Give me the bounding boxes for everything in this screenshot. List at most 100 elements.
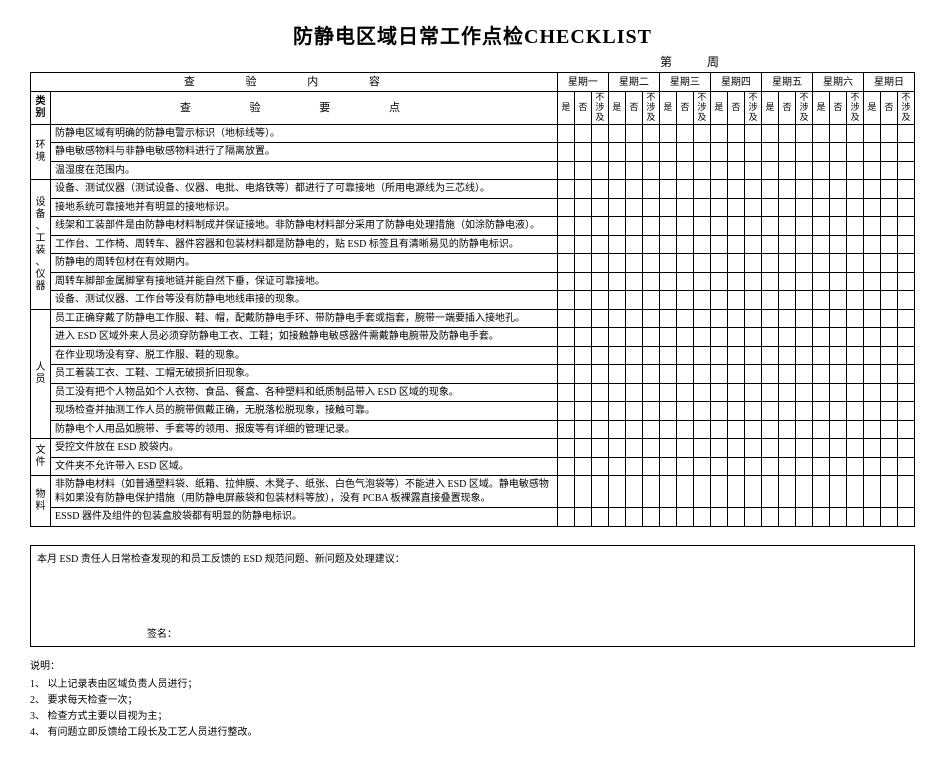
check-cell[interactable] bbox=[727, 254, 744, 273]
check-cell[interactable] bbox=[744, 180, 761, 199]
check-cell[interactable] bbox=[778, 439, 795, 458]
check-cell[interactable] bbox=[829, 161, 846, 180]
check-cell[interactable] bbox=[795, 254, 812, 273]
check-cell[interactable] bbox=[880, 254, 897, 273]
check-cell[interactable] bbox=[557, 272, 574, 291]
check-cell[interactable] bbox=[829, 235, 846, 254]
check-cell[interactable] bbox=[761, 309, 778, 328]
check-cell[interactable] bbox=[846, 476, 863, 508]
check-cell[interactable] bbox=[880, 346, 897, 365]
check-cell[interactable] bbox=[863, 457, 880, 476]
check-cell[interactable] bbox=[846, 439, 863, 458]
check-cell[interactable] bbox=[795, 143, 812, 162]
check-cell[interactable] bbox=[574, 217, 591, 236]
check-cell[interactable] bbox=[727, 402, 744, 421]
check-cell[interactable] bbox=[829, 124, 846, 143]
check-cell[interactable] bbox=[897, 328, 914, 347]
check-cell[interactable] bbox=[744, 272, 761, 291]
check-cell[interactable] bbox=[676, 383, 693, 402]
check-cell[interactable] bbox=[795, 508, 812, 527]
check-cell[interactable] bbox=[608, 143, 625, 162]
check-cell[interactable] bbox=[812, 180, 829, 199]
check-cell[interactable] bbox=[897, 161, 914, 180]
check-cell[interactable] bbox=[761, 161, 778, 180]
check-cell[interactable] bbox=[812, 254, 829, 273]
check-cell[interactable] bbox=[761, 235, 778, 254]
check-cell[interactable] bbox=[880, 124, 897, 143]
check-cell[interactable] bbox=[778, 383, 795, 402]
check-cell[interactable] bbox=[880, 476, 897, 508]
check-cell[interactable] bbox=[744, 420, 761, 439]
check-cell[interactable] bbox=[693, 143, 710, 162]
check-cell[interactable] bbox=[778, 457, 795, 476]
check-cell[interactable] bbox=[574, 457, 591, 476]
check-cell[interactable] bbox=[574, 291, 591, 310]
check-cell[interactable] bbox=[659, 420, 676, 439]
check-cell[interactable] bbox=[863, 420, 880, 439]
check-cell[interactable] bbox=[710, 272, 727, 291]
check-cell[interactable] bbox=[557, 439, 574, 458]
check-cell[interactable] bbox=[591, 476, 608, 508]
check-cell[interactable] bbox=[625, 420, 642, 439]
check-cell[interactable] bbox=[625, 383, 642, 402]
check-cell[interactable] bbox=[557, 476, 574, 508]
check-cell[interactable] bbox=[676, 235, 693, 254]
check-cell[interactable] bbox=[574, 124, 591, 143]
check-cell[interactable] bbox=[863, 254, 880, 273]
check-cell[interactable] bbox=[557, 180, 574, 199]
check-cell[interactable] bbox=[778, 217, 795, 236]
check-cell[interactable] bbox=[795, 328, 812, 347]
check-cell[interactable] bbox=[557, 161, 574, 180]
check-cell[interactable] bbox=[812, 365, 829, 384]
check-cell[interactable] bbox=[557, 383, 574, 402]
check-cell[interactable] bbox=[778, 198, 795, 217]
check-cell[interactable] bbox=[642, 272, 659, 291]
check-cell[interactable] bbox=[897, 439, 914, 458]
check-cell[interactable] bbox=[880, 272, 897, 291]
check-cell[interactable] bbox=[625, 217, 642, 236]
check-cell[interactable] bbox=[778, 476, 795, 508]
check-cell[interactable] bbox=[795, 365, 812, 384]
check-cell[interactable] bbox=[846, 383, 863, 402]
check-cell[interactable] bbox=[727, 508, 744, 527]
check-cell[interactable] bbox=[625, 365, 642, 384]
check-cell[interactable] bbox=[591, 508, 608, 527]
check-cell[interactable] bbox=[863, 124, 880, 143]
check-cell[interactable] bbox=[591, 254, 608, 273]
check-cell[interactable] bbox=[676, 180, 693, 199]
check-cell[interactable] bbox=[863, 365, 880, 384]
check-cell[interactable] bbox=[625, 180, 642, 199]
check-cell[interactable] bbox=[642, 439, 659, 458]
check-cell[interactable] bbox=[676, 328, 693, 347]
check-cell[interactable] bbox=[880, 198, 897, 217]
check-cell[interactable] bbox=[710, 508, 727, 527]
check-cell[interactable] bbox=[727, 420, 744, 439]
check-cell[interactable] bbox=[846, 124, 863, 143]
check-cell[interactable] bbox=[676, 365, 693, 384]
check-cell[interactable] bbox=[795, 309, 812, 328]
check-cell[interactable] bbox=[591, 365, 608, 384]
check-cell[interactable] bbox=[727, 272, 744, 291]
check-cell[interactable] bbox=[778, 420, 795, 439]
check-cell[interactable] bbox=[591, 143, 608, 162]
check-cell[interactable] bbox=[829, 254, 846, 273]
check-cell[interactable] bbox=[676, 143, 693, 162]
check-cell[interactable] bbox=[761, 420, 778, 439]
check-cell[interactable] bbox=[829, 272, 846, 291]
check-cell[interactable] bbox=[574, 439, 591, 458]
check-cell[interactable] bbox=[812, 457, 829, 476]
check-cell[interactable] bbox=[642, 124, 659, 143]
check-cell[interactable] bbox=[659, 124, 676, 143]
check-cell[interactable] bbox=[761, 124, 778, 143]
check-cell[interactable] bbox=[727, 143, 744, 162]
check-cell[interactable] bbox=[846, 328, 863, 347]
check-cell[interactable] bbox=[574, 272, 591, 291]
check-cell[interactable] bbox=[897, 402, 914, 421]
check-cell[interactable] bbox=[710, 143, 727, 162]
check-cell[interactable] bbox=[642, 143, 659, 162]
check-cell[interactable] bbox=[812, 383, 829, 402]
check-cell[interactable] bbox=[625, 235, 642, 254]
check-cell[interactable] bbox=[557, 328, 574, 347]
check-cell[interactable] bbox=[693, 291, 710, 310]
check-cell[interactable] bbox=[829, 217, 846, 236]
